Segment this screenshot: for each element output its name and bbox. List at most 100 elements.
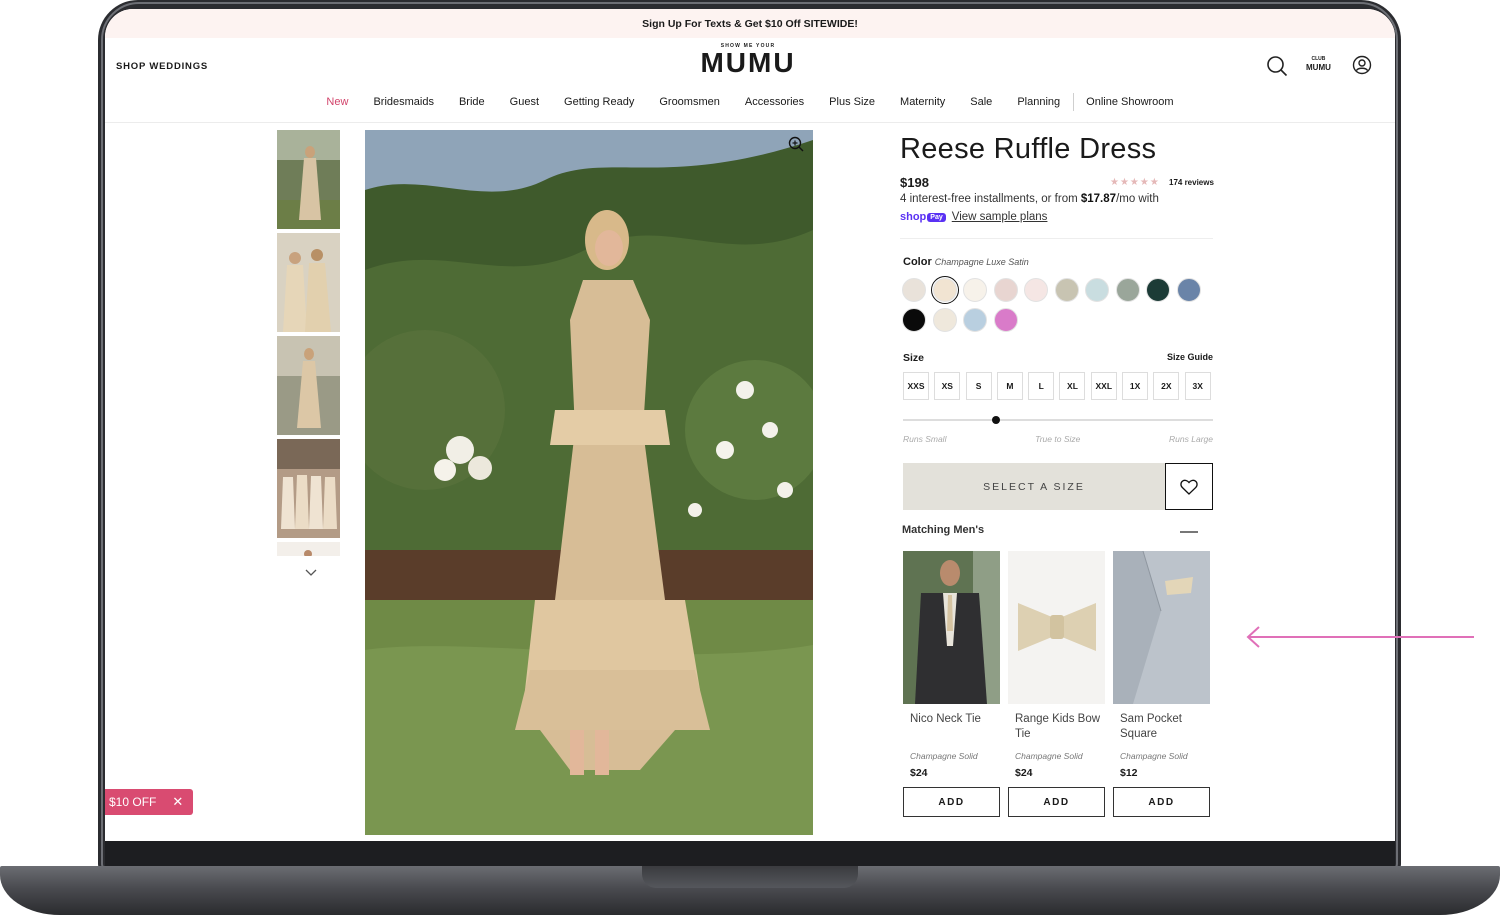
matching-product-card: Nico Neck Tie Champagne Solid $24 ADD (903, 551, 1000, 817)
nav-planning[interactable]: Planning (1017, 96, 1060, 108)
zoom-icon[interactable] (788, 136, 804, 152)
matching-product-price: $24 (910, 767, 928, 779)
add-button[interactable]: ADD (903, 787, 1000, 817)
club-label: CLUB (1311, 56, 1326, 62)
installments-amount: $17.87 (1080, 193, 1117, 205)
nav-bride[interactable]: Bride (459, 96, 485, 108)
reviews-count-link[interactable]: 174 reviews (1169, 178, 1214, 187)
color-swatches (902, 276, 1222, 338)
club-mumu-link[interactable]: CLUB MUMU (1306, 56, 1331, 72)
product-price: $198 (900, 175, 929, 190)
size-option[interactable]: S (965, 372, 992, 400)
star-rating[interactable]: ★★★★★ (1110, 177, 1160, 188)
matching-product-color: Champagne Solid (1120, 751, 1188, 761)
logo-wordmark: MUMU (700, 47, 796, 78)
size-option[interactable]: XXS (903, 372, 929, 400)
add-button[interactable]: ADD (1113, 787, 1210, 817)
matching-product-name[interactable]: Range Kids Bow Tie (1015, 712, 1105, 742)
color-swatch[interactable] (993, 278, 1018, 302)
color-swatch[interactable] (1085, 278, 1109, 302)
nav-sale[interactable]: Sale (970, 96, 992, 108)
color-swatch[interactable] (930, 276, 959, 304)
size-option[interactable]: XL (1059, 372, 1086, 400)
heart-icon (1180, 479, 1198, 495)
color-swatch[interactable] (902, 308, 926, 332)
nav-plus-size[interactable]: Plus Size (829, 96, 875, 108)
matching-product-image[interactable] (1113, 551, 1210, 704)
matching-product-name[interactable]: Nico Neck Tie (910, 712, 1000, 742)
nav-divider (1072, 93, 1074, 111)
fit-runs-large: Runs Large (1169, 434, 1213, 444)
announcement-bar[interactable]: Sign Up For Texts & Get $10 Off SITEWIDE… (105, 9, 1395, 38)
thumbnail-3[interactable] (277, 336, 340, 435)
header-divider (105, 122, 1395, 123)
size-option[interactable]: M (996, 372, 1023, 400)
size-option[interactable]: 3X (1184, 372, 1211, 400)
collapse-minus-icon[interactable] (1180, 531, 1198, 533)
discount-tab-label: $10 OFF (109, 795, 157, 809)
size-option[interactable]: 2X (1153, 372, 1180, 400)
view-sample-plans-link[interactable]: View sample plans (952, 211, 1048, 223)
installments-prefix: 4 interest-free installments, or from (900, 193, 1081, 205)
account-icon[interactable] (1352, 55, 1372, 75)
screen-bottom-bezel (105, 841, 1395, 867)
color-swatch[interactable] (1176, 278, 1201, 302)
size-option[interactable]: 1X (1122, 372, 1149, 400)
matching-product-image[interactable] (1008, 551, 1105, 704)
close-icon[interactable]: ✕ (172, 794, 183, 810)
matching-product-color: Champagne Solid (1015, 751, 1083, 761)
matching-product-card: Sam Pocket Square Champagne Solid $12 AD… (1113, 551, 1210, 817)
select-size-button[interactable]: SELECT A SIZE (903, 463, 1165, 510)
matching-product-color: Champagne Solid (910, 751, 978, 761)
shoppay-row: shop Pay View sample plans (900, 211, 1047, 223)
main-product-image[interactable] (365, 130, 813, 835)
color-swatch[interactable] (993, 308, 1018, 332)
nav-groomsmen[interactable]: Groomsmen (659, 96, 720, 108)
site-logo[interactable]: SHOW ME YOUR MUMU (700, 43, 796, 77)
chevron-down-icon[interactable] (304, 567, 318, 579)
color-swatch[interactable] (1024, 278, 1048, 302)
nav-accessories[interactable]: Accessories (745, 96, 804, 108)
shop-weddings-link[interactable]: SHOP WEDDINGS (116, 61, 208, 72)
add-button[interactable]: ADD (1008, 787, 1105, 817)
color-swatch[interactable] (1054, 278, 1079, 302)
panel-divider (900, 238, 1213, 239)
thumbnail-2[interactable] (277, 233, 340, 332)
nav-online-showroom[interactable]: Online Showroom (1086, 96, 1173, 108)
matching-product-image[interactable] (903, 551, 1000, 704)
product-title: Reese Ruffle Dress (900, 133, 1157, 165)
size-options: XXS XS S M L XL XXL 1X 2X 3X (903, 372, 1216, 400)
nav-guest[interactable]: Guest (510, 96, 539, 108)
size-option[interactable]: L (1028, 372, 1055, 400)
matching-product-name[interactable]: Sam Pocket Square (1120, 712, 1210, 742)
color-swatch[interactable] (902, 278, 926, 302)
nav-maternity[interactable]: Maternity (900, 96, 945, 108)
installments-suffix: /mo with (1116, 193, 1159, 205)
color-label: Color Champagne Luxe Satin (903, 256, 1029, 268)
browser-screen: Sign Up For Texts & Get $10 Off SITEWIDE… (105, 9, 1395, 841)
thumbnail-4[interactable] (277, 439, 340, 538)
main-nav: New Bridesmaids Bride Guest Getting Read… (105, 93, 1395, 111)
color-swatch[interactable] (1146, 278, 1170, 302)
size-label: Size (903, 352, 925, 364)
thumbnail-1[interactable] (277, 130, 340, 229)
nav-getting-ready[interactable]: Getting Ready (564, 96, 634, 108)
pointer-arrow-icon (1246, 626, 1474, 648)
color-swatch[interactable] (963, 308, 987, 332)
color-swatch[interactable] (1115, 278, 1140, 302)
search-icon[interactable] (1266, 55, 1288, 77)
discount-tab[interactable]: $10 OFF ✕ (105, 789, 193, 815)
size-option[interactable]: XXL (1090, 372, 1117, 400)
size-guide-link[interactable]: Size Guide (1167, 352, 1213, 362)
nav-new[interactable]: New (326, 96, 348, 108)
wishlist-button[interactable] (1165, 463, 1213, 510)
matching-mens-heading: Matching Men's (902, 524, 985, 536)
installments-text: 4 interest-free installments, or from $1… (900, 193, 1159, 205)
thumbnail-5[interactable] (277, 542, 340, 556)
size-option[interactable]: XS (934, 372, 961, 400)
nav-bridesmaids[interactable]: Bridesmaids (373, 96, 434, 108)
color-swatch[interactable] (932, 308, 957, 332)
fit-scale-marker (992, 416, 1000, 424)
color-swatch[interactable] (963, 278, 987, 302)
thumbnail-gallery (277, 130, 340, 556)
